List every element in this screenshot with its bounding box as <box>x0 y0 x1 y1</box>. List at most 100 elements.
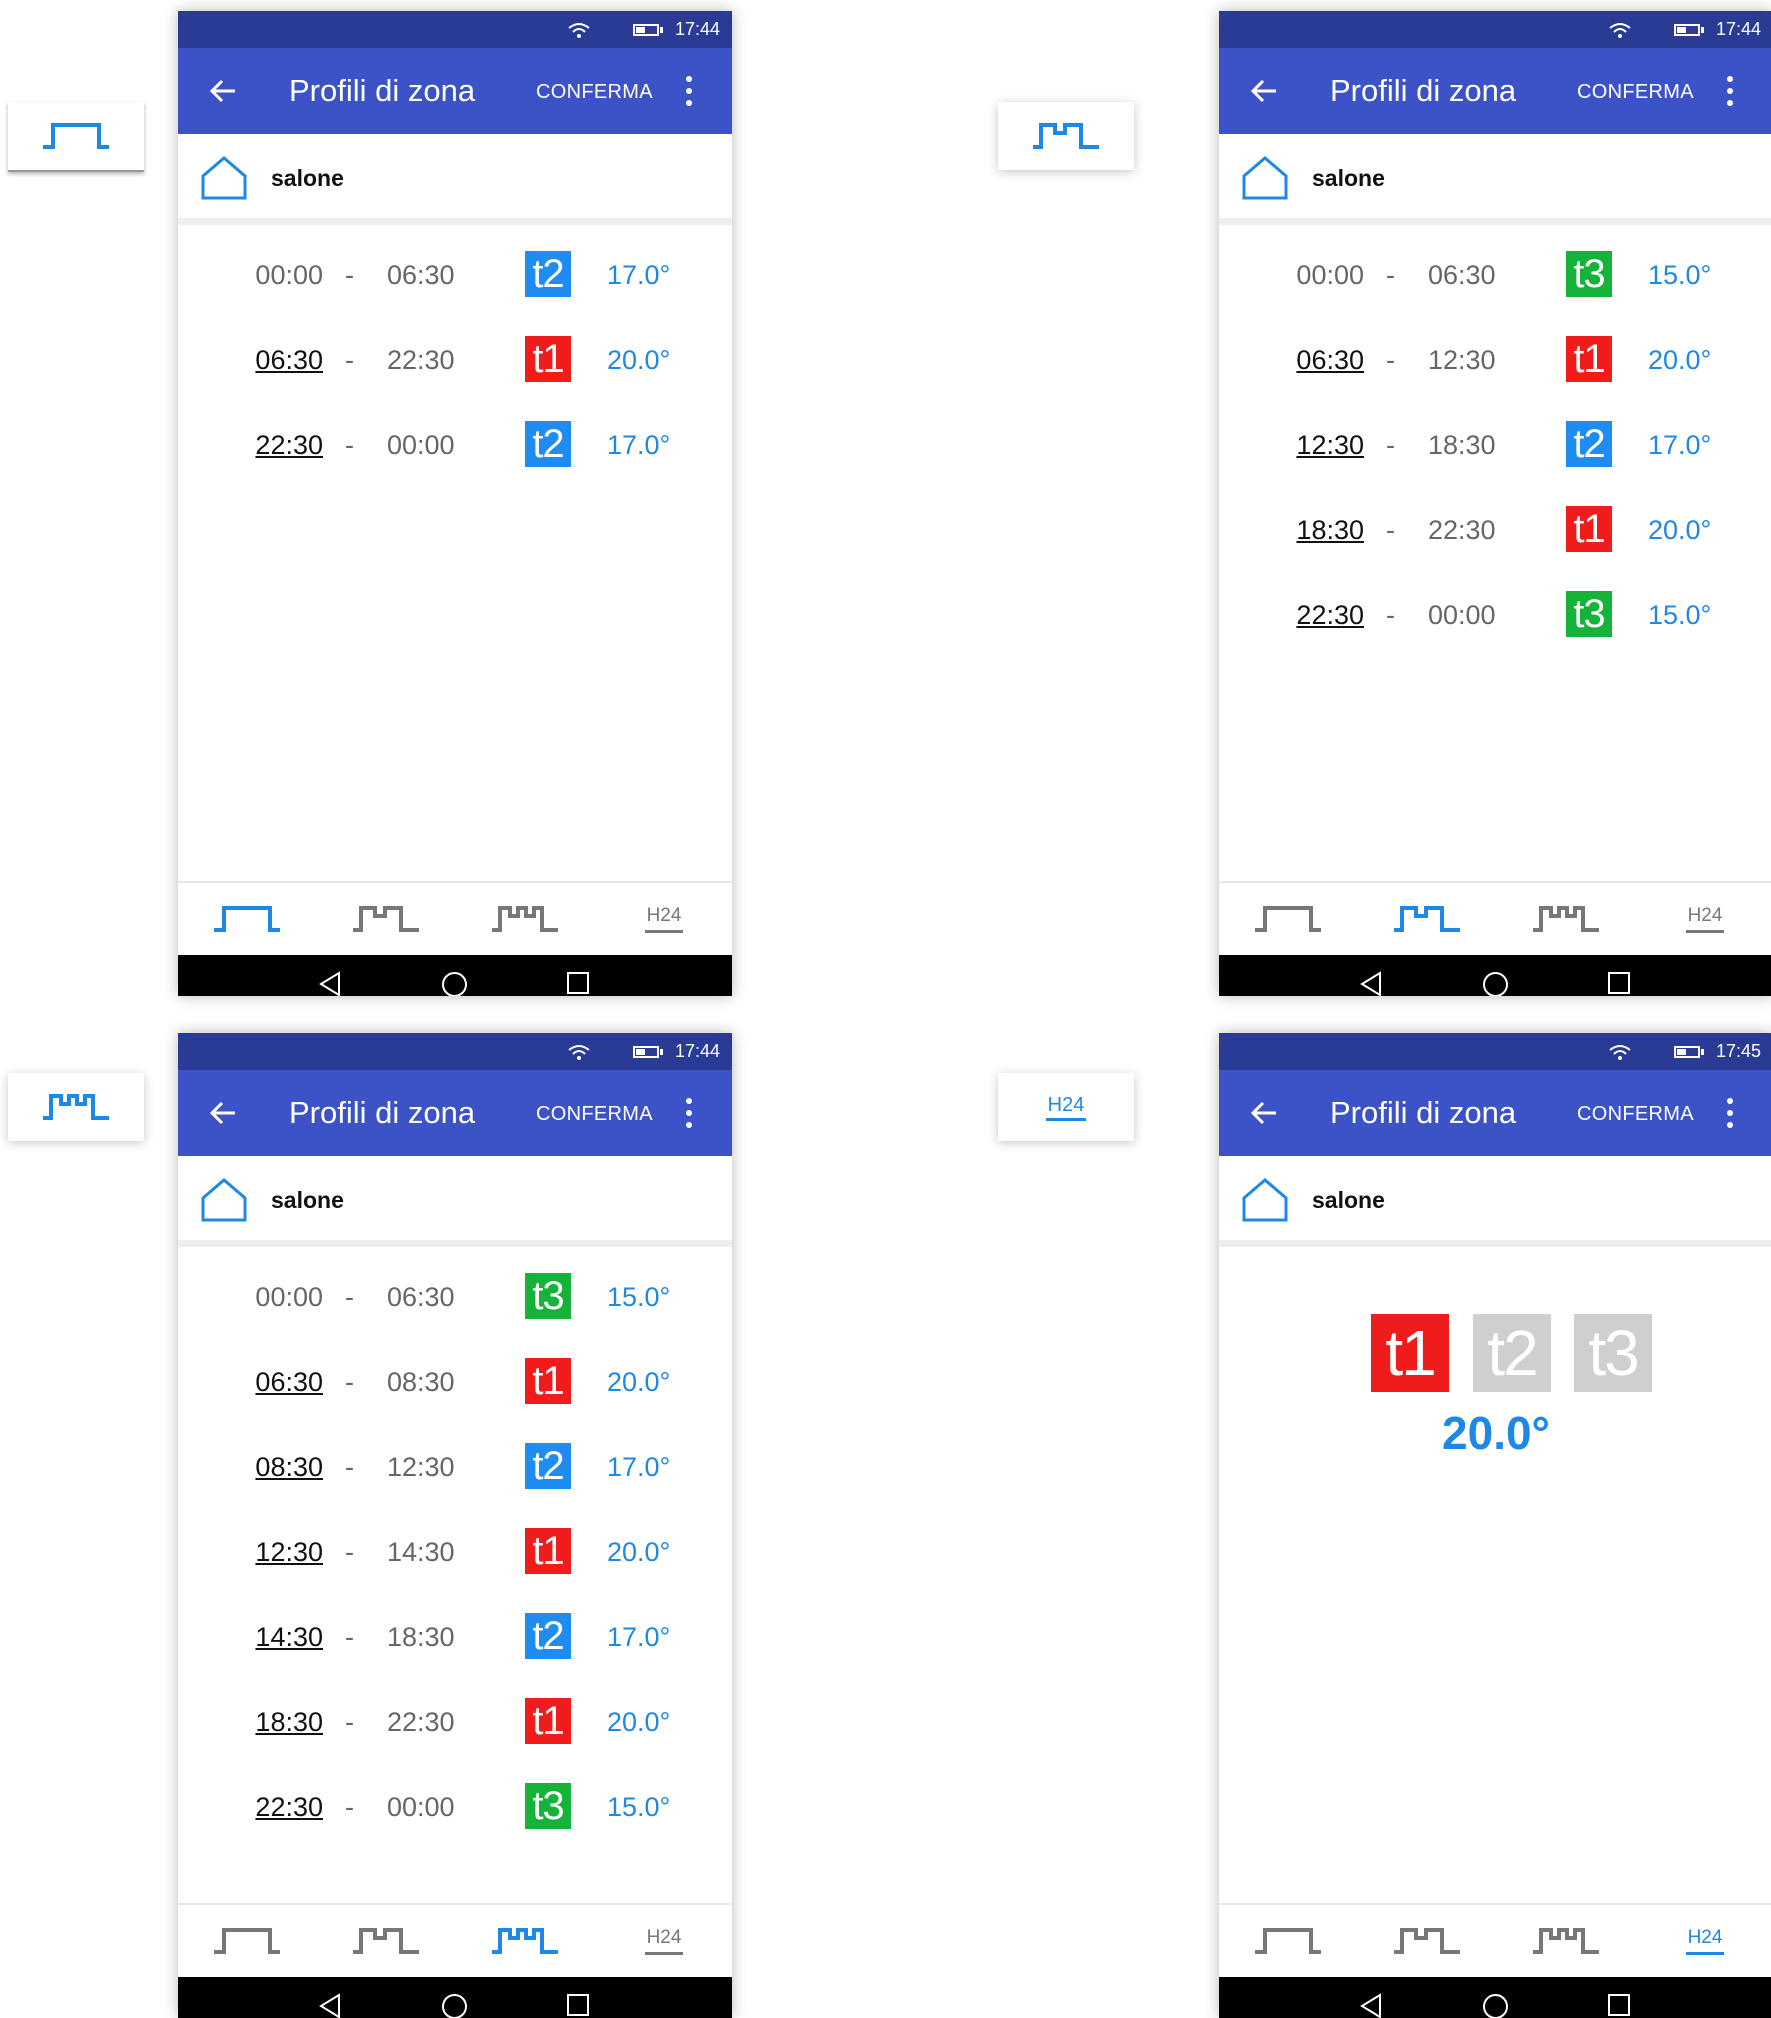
nav-back-icon[interactable] <box>318 971 342 996</box>
nav-home-icon[interactable] <box>1482 1993 1509 2018</box>
end-time: 22:30 <box>1428 515 1496 545</box>
temperature: 17.0° <box>607 260 671 290</box>
nav-recents-icon[interactable] <box>1607 971 1631 995</box>
nav-home-icon[interactable] <box>441 971 468 996</box>
nav-back-icon[interactable] <box>318 1993 342 2018</box>
tab-h24[interactable]: H24 <box>614 1905 714 1977</box>
separator: - <box>1386 600 1395 630</box>
level-badge[interactable]: t3 <box>525 1783 571 1829</box>
schedule-row: 22:30 - 00:00 t2 17.0° <box>178 400 732 485</box>
level-badge[interactable]: t3 <box>525 1273 571 1319</box>
back-arrow-icon[interactable] <box>206 1096 240 1130</box>
tab-h24[interactable]: H24 <box>1655 883 1755 955</box>
level-badge[interactable]: t1 <box>525 336 571 382</box>
confirm-button[interactable]: CONFERMA <box>536 1103 653 1126</box>
tab-profile-2[interactable] <box>1377 1905 1477 1977</box>
separator: - <box>345 1537 354 1567</box>
start-time[interactable]: 08:30 <box>246 1452 323 1483</box>
profile-2-icon <box>353 1928 419 1954</box>
more-vert-icon[interactable] <box>1725 76 1735 106</box>
tab-profile-3[interactable] <box>475 1905 575 1977</box>
start-time[interactable]: 22:30 <box>1287 600 1364 631</box>
level-badge[interactable]: t1 <box>1566 506 1612 552</box>
level-option-t1[interactable]: t1 <box>1371 1314 1449 1392</box>
back-arrow-icon[interactable] <box>206 74 240 108</box>
back-arrow-icon[interactable] <box>1247 74 1281 108</box>
status-time: 17:44 <box>674 19 720 39</box>
tab-profile-1[interactable] <box>197 1905 297 1977</box>
tab-profile-1[interactable] <box>1238 1905 1338 1977</box>
nav-back-icon[interactable] <box>1359 971 1383 996</box>
level-badge[interactable]: t1 <box>525 1358 571 1404</box>
level-badge[interactable]: t2 <box>525 251 571 297</box>
level-badge[interactable]: t2 <box>525 421 571 467</box>
phone-screen: 17:44 Profili di zona CONFERMA salone 00… <box>178 11 732 996</box>
level-badge[interactable]: t2 <box>525 1613 571 1659</box>
start-time[interactable]: 18:30 <box>1287 515 1364 546</box>
end-time: 08:30 <box>387 1367 455 1397</box>
schedule-list: 00:00 - 06:30 t3 15.0° 06:30 - 12:30 t1 … <box>1219 230 1771 655</box>
nav-recents-icon[interactable] <box>1607 1993 1631 2017</box>
temperature: 15.0° <box>1648 260 1712 290</box>
schedule-row: 12:30 - 14:30 t1 20.0° <box>178 1507 732 1592</box>
level-badge[interactable]: t1 <box>525 1698 571 1744</box>
app-bar: Profili di zona CONFERMA <box>178 1070 732 1156</box>
schedule-list: 00:00 - 06:30 t2 17.0° 06:30 - 22:30 t1 … <box>178 230 732 485</box>
level-badge[interactable]: t2 <box>525 1443 571 1489</box>
separator: - <box>345 1367 354 1397</box>
start-time[interactable]: 22:30 <box>246 1792 323 1823</box>
profile-2-icon <box>1033 123 1099 149</box>
tab-profile-3[interactable] <box>475 883 575 955</box>
tab-profile-3[interactable] <box>1516 883 1616 955</box>
nav-home-icon[interactable] <box>1482 971 1509 996</box>
confirm-button[interactable]: CONFERMA <box>536 81 653 104</box>
confirm-button[interactable]: CONFERMA <box>1577 1103 1694 1126</box>
end-time: 22:30 <box>387 1707 455 1737</box>
tab-profile-2[interactable] <box>1377 883 1477 955</box>
level-option-t3[interactable]: t3 <box>1574 1314 1652 1392</box>
start-time[interactable]: 14:30 <box>246 1622 323 1653</box>
level-badge[interactable]: t1 <box>525 1528 571 1574</box>
nav-home-icon[interactable] <box>441 1993 468 2018</box>
legend-profile-1 <box>8 102 144 172</box>
end-time: 12:30 <box>1428 345 1496 375</box>
schedule-row: 18:30 - 22:30 t1 20.0° <box>1219 485 1771 570</box>
tab-profile-3[interactable] <box>1516 1905 1616 1977</box>
level-badge[interactable]: t1 <box>1566 336 1612 382</box>
schedule-row: 06:30 - 12:30 t1 20.0° <box>1219 315 1771 400</box>
level-badge[interactable]: t3 <box>1566 591 1612 637</box>
start-time[interactable]: 12:30 <box>1287 430 1364 461</box>
more-vert-icon[interactable] <box>684 76 694 106</box>
tab-profile-2[interactable] <box>336 883 436 955</box>
confirm-button[interactable]: CONFERMA <box>1577 81 1694 104</box>
tab-h24[interactable]: H24 <box>1655 1905 1755 1977</box>
profile-3-icon <box>1533 1928 1599 1954</box>
start-time[interactable]: 06:30 <box>246 1367 323 1398</box>
nav-back-icon[interactable] <box>1359 1993 1383 2018</box>
nav-recents-icon[interactable] <box>566 971 590 995</box>
bottom-tabs: H24 <box>1219 1903 1771 1977</box>
level-badge[interactable]: t3 <box>1566 251 1612 297</box>
profile-3-icon <box>43 1094 109 1120</box>
zone-name: salone <box>271 1187 344 1213</box>
more-vert-icon[interactable] <box>684 1098 694 1128</box>
profile-2-icon <box>1394 906 1460 932</box>
start-time[interactable]: 18:30 <box>246 1707 323 1738</box>
wifi-icon <box>1609 22 1631 38</box>
separator: - <box>345 1452 354 1482</box>
level-badge[interactable]: t2 <box>1566 421 1612 467</box>
start-time[interactable]: 12:30 <box>246 1537 323 1568</box>
tab-h24[interactable]: H24 <box>614 883 714 955</box>
start-time[interactable]: 22:30 <box>246 430 323 461</box>
back-arrow-icon[interactable] <box>1247 1096 1281 1130</box>
phone-screen: 17:45 Profili di zona CONFERMA salone t1… <box>1219 1033 1771 2018</box>
more-vert-icon[interactable] <box>1725 1098 1735 1128</box>
start-time[interactable]: 06:30 <box>1287 345 1364 376</box>
nav-recents-icon[interactable] <box>566 1993 590 2017</box>
level-option-t2[interactable]: t2 <box>1473 1314 1551 1392</box>
tab-profile-2[interactable] <box>336 1905 436 1977</box>
tab-profile-1[interactable] <box>197 883 297 955</box>
wifi-icon <box>568 22 590 38</box>
tab-profile-1[interactable] <box>1238 883 1338 955</box>
start-time[interactable]: 06:30 <box>246 345 323 376</box>
